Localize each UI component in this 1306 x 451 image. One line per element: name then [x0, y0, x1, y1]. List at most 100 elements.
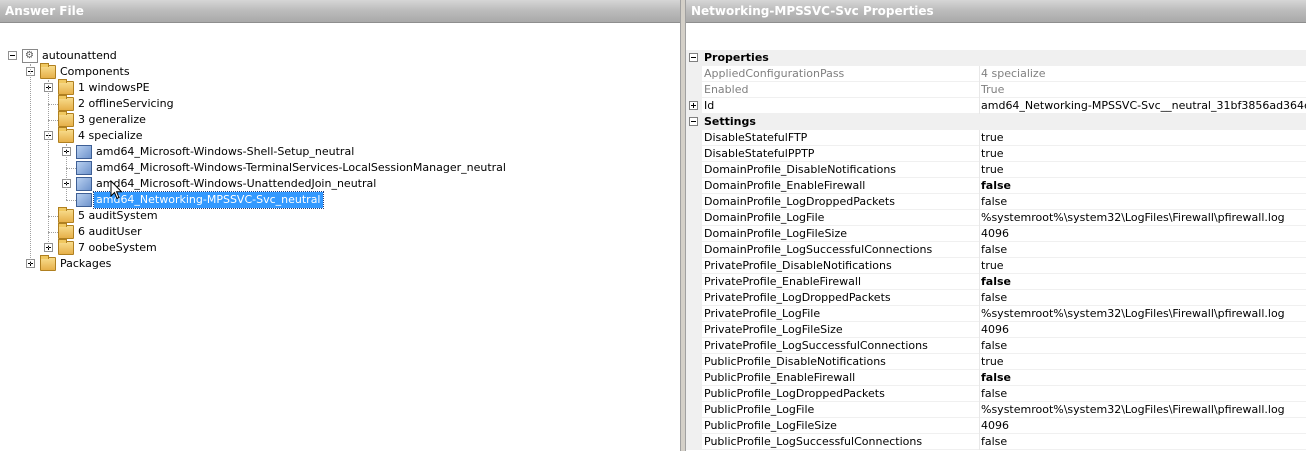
tree-node[interactable]: 5 auditSystem — [0, 207, 680, 224]
property-value[interactable]: false — [979, 386, 1306, 402]
property-row[interactable]: PublicProfile_LogSuccessfulConnections fa… — [686, 434, 1306, 450]
tree-node-label[interactable]: amd64_Microsoft-Windows-TerminalServices… — [94, 160, 508, 176]
folder-icon — [58, 79, 74, 95]
property-name: DomainProfile_LogFile — [704, 211, 825, 224]
property-row[interactable]: PrivateProfile_EnableFirewall false — [686, 274, 1306, 290]
tree-node[interactable]: 4 specialize — [0, 127, 680, 144]
property-value[interactable]: True — [979, 82, 1306, 98]
property-value[interactable]: true — [979, 146, 1306, 162]
property-row[interactable]: PrivateProfile_LogDroppedPackets false — [686, 290, 1306, 306]
property-value[interactable]: true — [979, 258, 1306, 274]
property-value[interactable]: 4096 — [979, 322, 1306, 338]
tree-node-label[interactable]: Components — [58, 64, 132, 80]
tree-node-label[interactable]: 6 auditUser — [76, 224, 144, 240]
property-name: PrivateProfile_DisableNotifications — [704, 259, 892, 272]
property-row[interactable]: PublicProfile_EnableFirewall false — [686, 370, 1306, 386]
property-row[interactable]: DomainProfile_EnableFirewall false — [686, 178, 1306, 194]
answer-file-title: Answer File — [0, 0, 680, 23]
tree-node[interactable]: 3 generalize — [0, 111, 680, 128]
tree-node-label[interactable]: 4 specialize — [76, 128, 144, 144]
tree-node[interactable]: Packages — [0, 255, 680, 272]
property-name: Id — [704, 99, 715, 112]
property-row[interactable]: DomainProfile_LogFile %systemroot%\system… — [686, 210, 1306, 226]
tree-node[interactable]: 2 offlineServicing — [0, 95, 680, 112]
tree-node-label[interactable]: 7 oobeSystem — [76, 240, 159, 256]
property-value[interactable]: false — [979, 290, 1306, 306]
property-value[interactable]: 4096 — [979, 226, 1306, 242]
property-value[interactable]: amd64_Networking-MPSSVC-Svc__neutral_31b… — [979, 98, 1306, 114]
property-value[interactable]: false — [979, 338, 1306, 354]
property-value[interactable]: false — [979, 242, 1306, 258]
expand-icon[interactable] — [689, 101, 698, 110]
collapse-icon[interactable] — [689, 53, 698, 62]
property-value[interactable]: false — [979, 370, 1306, 386]
tree-node-label[interactable]: 5 auditSystem — [76, 208, 160, 224]
property-row[interactable]: DisableStatefulFTP true — [686, 130, 1306, 146]
property-value[interactable]: true — [979, 354, 1306, 370]
property-name: AppliedConfigurationPass — [704, 67, 845, 80]
property-row[interactable]: PublicProfile_DisableNotifications true — [686, 354, 1306, 370]
collapse-icon[interactable] — [8, 51, 17, 60]
tree-node[interactable]: 1 windowsPE — [0, 79, 680, 96]
property-value[interactable]: false — [979, 434, 1306, 450]
tree-node[interactable]: 6 auditUser — [0, 223, 680, 240]
row-gutter — [686, 290, 702, 306]
tree-node-label[interactable]: 2 offlineServicing — [76, 96, 176, 112]
property-category[interactable]: Settings — [686, 114, 1306, 130]
property-value[interactable]: 4 specialize — [979, 66, 1306, 82]
property-name: PublicProfile_EnableFirewall — [704, 371, 856, 384]
tree-node[interactable]: autounattend — [0, 48, 680, 64]
property-row[interactable]: Id amd64_Networking-MPSSVC-Svc__neutral_3… — [686, 98, 1306, 114]
tree-node-label[interactable]: amd64_Microsoft-Windows-Shell-Setup_neut… — [94, 144, 356, 160]
property-row[interactable]: DomainProfile_DisableNotifications true — [686, 162, 1306, 178]
property-row[interactable]: PublicProfile_LogFile %systemroot%\system… — [686, 402, 1306, 418]
property-value[interactable]: false — [979, 194, 1306, 210]
tree-node-label[interactable]: 1 windowsPE — [76, 80, 152, 96]
collapse-icon[interactable] — [689, 117, 698, 126]
property-row[interactable]: DomainProfile_LogDroppedPackets false — [686, 194, 1306, 210]
property-row[interactable]: DomainProfile_LogSuccessfulConnections fa… — [686, 242, 1306, 258]
property-row[interactable]: AppliedConfigurationPass 4 specialize — [686, 66, 1306, 82]
row-gutter — [686, 146, 702, 162]
property-name: DisableStatefulPPTP — [704, 147, 815, 160]
property-row[interactable]: PrivateProfile_DisableNotifications true — [686, 258, 1306, 274]
property-row[interactable]: Enabled True — [686, 82, 1306, 98]
property-value[interactable]: false — [979, 178, 1306, 194]
folder-icon — [58, 239, 74, 255]
row-gutter — [686, 210, 702, 226]
category-label: Properties — [704, 51, 769, 64]
tree-node-label[interactable]: 3 generalize — [76, 112, 148, 128]
component-icon — [76, 161, 92, 175]
row-gutter — [686, 66, 702, 82]
property-value[interactable]: %systemroot%\system32\LogFiles\Firewall\… — [979, 402, 1306, 418]
tree-node[interactable]: amd64_Microsoft-Windows-Shell-Setup_neut… — [0, 144, 680, 160]
tree-node[interactable]: amd64_Microsoft-Windows-TerminalServices… — [0, 160, 680, 176]
property-value[interactable]: %systemroot%\system32\LogFiles\Firewall\… — [979, 306, 1306, 322]
row-gutter — [686, 82, 702, 98]
property-row[interactable]: PublicProfile_LogFileSize 4096 — [686, 418, 1306, 434]
folder-icon — [58, 95, 74, 111]
property-row[interactable]: PublicProfile_LogDroppedPackets false — [686, 386, 1306, 402]
property-row[interactable]: PrivateProfile_LogFile %systemroot%\syste… — [686, 306, 1306, 322]
property-value[interactable]: true — [979, 130, 1306, 146]
tree-node[interactable]: Components — [0, 63, 680, 80]
tree-node-label[interactable]: autounattend — [40, 48, 119, 64]
property-name: DomainProfile_LogDroppedPackets — [704, 195, 895, 208]
property-value[interactable]: %systemroot%\system32\LogFiles\Firewall\… — [979, 210, 1306, 226]
property-value[interactable]: 4096 — [979, 418, 1306, 434]
property-category[interactable]: Properties — [686, 50, 1306, 66]
property-row[interactable]: PrivateProfile_LogSuccessfulConnections f… — [686, 338, 1306, 354]
tree-node[interactable]: 7 oobeSystem — [0, 239, 680, 256]
property-row[interactable]: PrivateProfile_LogFileSize 4096 — [686, 322, 1306, 338]
property-row[interactable]: DomainProfile_LogFileSize 4096 — [686, 226, 1306, 242]
property-name: PrivateProfile_LogFile — [704, 307, 821, 320]
property-value[interactable]: false — [979, 274, 1306, 290]
property-value[interactable]: true — [979, 162, 1306, 178]
tree-node-label[interactable]: amd64_Microsoft-Windows-UnattendedJoin_n… — [94, 176, 378, 192]
property-row[interactable]: DisableStatefulPPTP true — [686, 146, 1306, 162]
tree-node-label[interactable]: Packages — [58, 256, 113, 272]
tree-node-label[interactable]: amd64_Networking-MPSSVC-Svc_neutral — [93, 191, 324, 209]
tree-node[interactable]: amd64_Microsoft-Windows-UnattendedJoin_n… — [0, 176, 680, 192]
tree-node[interactable]: amd64_Networking-MPSSVC-Svc_neutral — [0, 191, 680, 209]
property-name: DomainProfile_LogSuccessfulConnections — [704, 243, 933, 256]
